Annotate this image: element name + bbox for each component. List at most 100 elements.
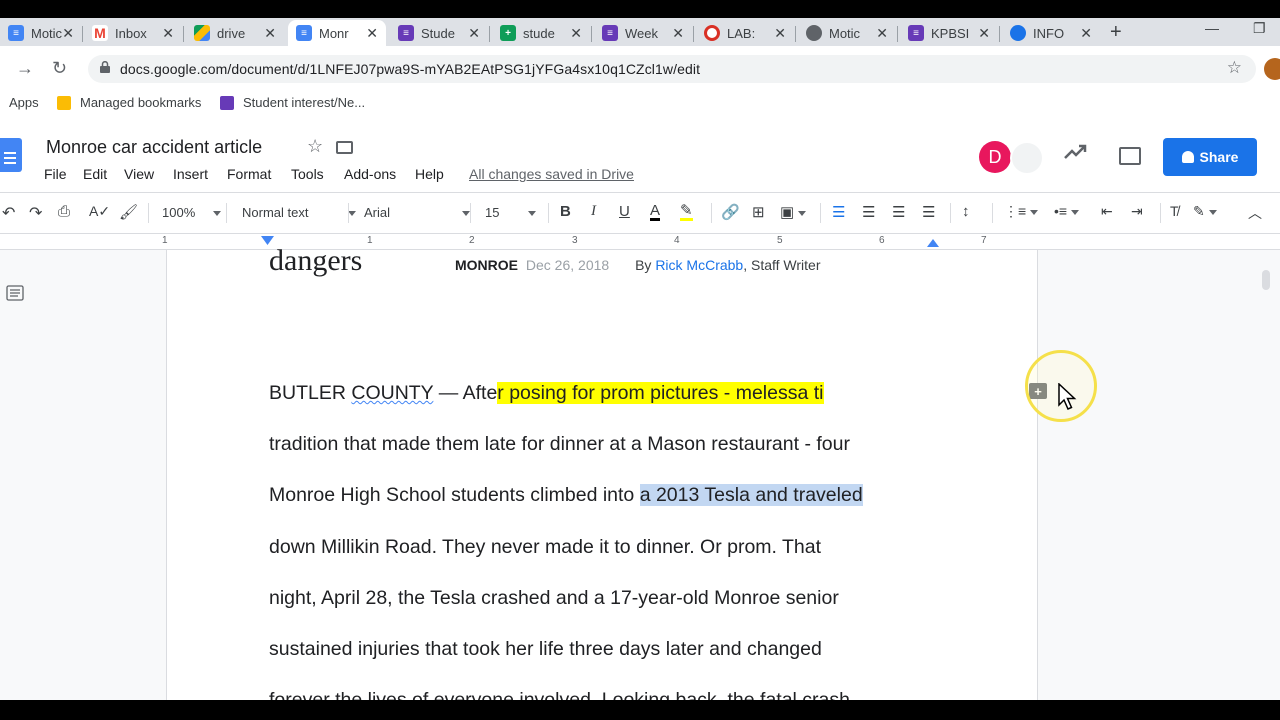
byline-author-link[interactable]: Rick McCrabb [655,257,743,273]
bookmark-managed[interactable]: Managed bookmarks [57,95,201,110]
font-select[interactable]: Arial [364,205,471,220]
font-size-select[interactable]: 15 [485,205,537,220]
save-status[interactable]: All changes saved in Drive [469,166,634,182]
collaborator-avatar[interactable]: D [979,141,1011,173]
tab-5[interactable]: + stude ✕ [492,20,590,46]
tab-0[interactable]: ≡ Motic ✕ [0,20,82,46]
tab-1[interactable]: M Inbox ✕ [84,20,182,46]
minimize-icon[interactable]: — [1205,20,1219,36]
screen-top-edge [0,0,1280,18]
tab-4[interactable]: ≡ Stude ✕ [390,20,488,46]
horizontal-ruler[interactable]: 1 1 2 3 4 5 6 7 [0,234,1280,250]
image-icon[interactable]: ▣ [780,203,807,221]
close-icon[interactable]: ✕ [570,25,582,42]
close-icon[interactable]: ✕ [62,25,74,42]
redo-icon[interactable]: ↷ [29,203,42,223]
chevron-down-icon [1070,209,1079,215]
article-body[interactable]: BUTLER COUNTY — After posing for prom pi… [269,368,969,720]
docs-header: Monroe car accident article ☆ File Edit … [0,122,1280,192]
close-icon[interactable]: ✕ [774,25,786,42]
bookmark-student-interest[interactable]: Student interest/Ne... [220,95,365,110]
docs-logo-icon[interactable] [0,138,22,172]
text-color-icon[interactable]: A [650,203,661,221]
docs-favicon-icon: ≡ [8,25,24,41]
close-icon[interactable]: ✕ [468,25,480,42]
decrease-indent-icon[interactable]: ⇤ [1101,203,1113,220]
collaborators-more-icon[interactable] [1010,141,1044,175]
align-center-icon[interactable]: ☰ [862,203,875,221]
tab-9[interactable]: ≡ KPBSI ✕ [900,20,998,46]
bookmark-apps[interactable]: Apps [9,95,39,110]
toolbar-separator [226,203,227,223]
close-icon[interactable]: ✕ [876,25,888,42]
close-icon[interactable]: ✕ [162,25,174,42]
document-outline-icon[interactable] [6,285,24,301]
align-right-icon[interactable]: ☰ [892,203,905,221]
align-left-icon[interactable]: ☰ [832,203,845,221]
clear-formatting-icon[interactable]: T̸ [1170,203,1179,219]
close-icon[interactable]: ✕ [672,25,684,42]
paint-format-icon[interactable]: 🖌 [119,203,138,221]
browser-tab-strip: ≡ Motic ✕ M Inbox ✕ drive ✕ ≡ Monr ✕ ≡ S… [0,18,1280,46]
menu-file[interactable]: File [44,166,67,182]
menu-edit[interactable]: Edit [83,166,107,182]
link-icon[interactable]: 🔗 [721,203,740,221]
close-icon[interactable]: ✕ [1080,25,1092,42]
move-folder-icon[interactable] [336,141,353,154]
close-icon[interactable]: ✕ [366,25,378,42]
toolbar-separator [470,203,471,223]
italic-icon[interactable]: I [591,203,596,220]
underline-icon[interactable]: U [619,203,630,220]
undo-icon[interactable]: ↶ [2,203,15,223]
tab-8[interactable]: Motic ✕ [798,20,896,46]
tab-2[interactable]: drive ✕ [186,20,284,46]
increase-indent-icon[interactable]: ⇥ [1131,203,1143,220]
numbered-list-icon[interactable]: ⋮≡ [1004,203,1039,220]
tab-7[interactable]: LAB: ✕ [696,20,794,46]
ruler-number: 1 [367,235,373,246]
editing-mode-icon[interactable]: ✎ [1193,203,1217,220]
close-icon[interactable]: ✕ [978,25,990,42]
zoom-select[interactable]: 100% [162,205,222,220]
document-title[interactable]: Monroe car accident article [46,137,262,158]
menu-insert[interactable]: Insert [173,166,208,182]
address-bar[interactable]: docs.google.com/document/d/1LNFEJ07pwa9S… [88,55,1256,83]
paragraph-style-select[interactable]: Normal text [242,205,357,220]
activity-dashboard-icon[interactable] [1064,144,1088,160]
comment-history-icon[interactable] [1119,147,1141,165]
misspelled-word[interactable]: COUNTY [351,382,433,404]
right-indent-marker-icon[interactable] [927,239,939,247]
share-button[interactable]: Share [1163,138,1257,176]
tab-label: Motic [829,25,861,41]
new-tab-plus-icon[interactable]: + [1110,21,1122,44]
line-spacing-icon[interactable]: ↕ [962,203,970,220]
bold-icon[interactable]: B [560,203,571,220]
restore-icon[interactable]: ❐ [1253,20,1266,37]
menu-view[interactable]: View [124,166,154,182]
byline-role: , Staff Writer [743,257,821,273]
tab-3-active[interactable]: ≡ Monr ✕ [288,20,386,46]
bulleted-list-icon[interactable]: •≡ [1054,203,1079,219]
print-icon[interactable]: ⎙ [58,203,70,220]
highlight-color-icon[interactable]: ✎ [680,203,693,221]
document-page[interactable]: dangers MONROE Dec 26, 2018 By Rick McCr… [166,244,1038,711]
forms-icon: ≡ [398,25,414,41]
reload-icon[interactable]: ↻ [52,58,67,79]
forward-icon[interactable]: → [16,58,34,79]
tab-6[interactable]: ≡ Week ✕ [594,20,692,46]
collapse-menus-icon[interactable]: ︿ [1248,203,1262,223]
close-icon[interactable]: ✕ [264,25,276,42]
bookmark-star-icon[interactable]: ☆ [1227,58,1242,78]
chrome-profile-avatar[interactable] [1264,58,1280,80]
spellcheck-icon[interactable]: A✓ [89,203,110,220]
vertical-scrollbar-thumb[interactable] [1262,270,1270,290]
menu-addons[interactable]: Add-ons [344,166,396,182]
menu-tools[interactable]: Tools [291,166,324,182]
justify-icon[interactable]: ☰ [922,203,935,221]
tab-10[interactable]: INFO ✕ [1002,20,1100,46]
menu-format[interactable]: Format [227,166,271,182]
menu-help[interactable]: Help [415,166,444,182]
star-icon[interactable]: ☆ [307,136,323,157]
byline: MONROE Dec 26, 2018 By Rick McCrabb, Sta… [455,257,821,273]
add-comment-icon[interactable]: ⊞ [752,203,765,221]
